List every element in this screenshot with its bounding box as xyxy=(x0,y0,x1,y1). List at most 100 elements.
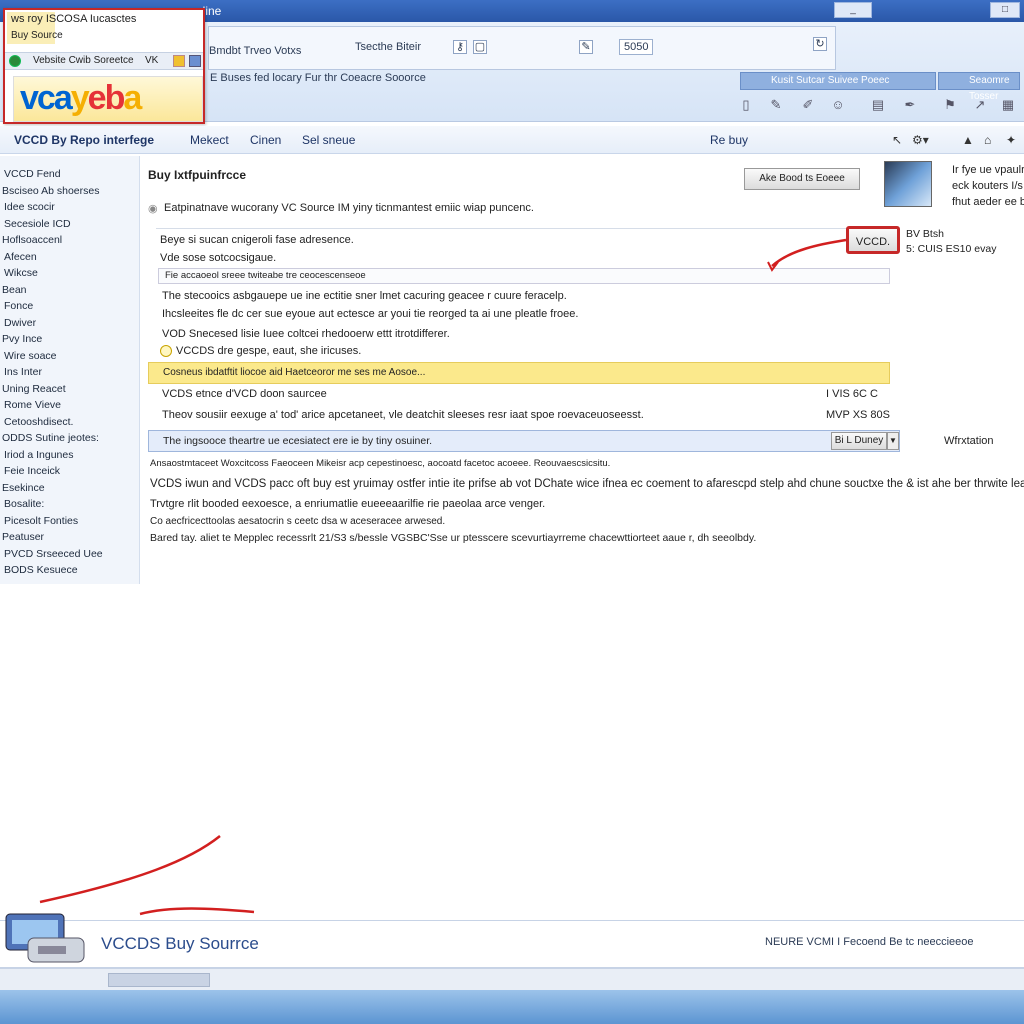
home-icon[interactable]: ⌂ xyxy=(984,133,991,147)
sidebar-item[interactable]: Rome Vieve xyxy=(4,399,61,411)
logo-part-1: vca xyxy=(20,79,73,117)
popup-bar-right: VK xyxy=(145,55,159,66)
nav-item-3[interactable]: Sel sneue xyxy=(302,133,355,147)
sidebar-item[interactable]: Uning Reacet xyxy=(2,383,66,395)
user-icon[interactable]: ☺ xyxy=(830,96,846,114)
share-icon[interactable]: ↗ xyxy=(972,96,988,114)
refresh-icon[interactable]: ↻ xyxy=(813,37,827,51)
settings-icon[interactable] xyxy=(189,55,201,67)
right-text-3: fhut aeder ee b/s xyxy=(952,196,1024,208)
radio-option[interactable] xyxy=(160,345,172,357)
sidebar-item[interactable]: Iriod a Ingunes xyxy=(4,449,73,461)
filter-field[interactable]: Fie accaoeol sreee twiteabe tre ceocesce… xyxy=(158,268,890,284)
sidebar-item[interactable]: Ins Inter xyxy=(4,366,42,378)
sidebar-item[interactable]: Pvy Ince xyxy=(2,333,42,345)
app-header: VCCD By Repo interfege Mekect Cinen Sel … xyxy=(0,126,1024,154)
paragraph-3: VOD Snecesed lisie Iuee coltcei rhedooer… xyxy=(162,328,450,340)
horizontal-scrollbar[interactable] xyxy=(0,968,1024,990)
paragraph-1: The stecooics asbgauepe ue ine ectitie s… xyxy=(162,290,567,302)
sidebar-item[interactable]: VCCD Fend xyxy=(4,168,61,180)
sidebar-item[interactable]: PVCD Srseeced Uee xyxy=(4,548,103,560)
popup-line-1: ws roy ISCOSA Iucasctes xyxy=(11,13,137,25)
info-icon: ◉ xyxy=(148,203,158,215)
sidebar-item[interactable]: Esekince xyxy=(2,482,45,494)
maximize-button[interactable]: □ xyxy=(990,2,1020,18)
sidebar-item[interactable]: Bsciseo Ab shoerses xyxy=(2,185,99,197)
sidebar-item[interactable]: Afecen xyxy=(4,251,37,263)
sidebar-item[interactable]: Bean xyxy=(2,284,27,296)
bookmark-icon[interactable]: ▯ xyxy=(738,96,754,114)
flag-icon[interactable]: ⚑ xyxy=(942,96,958,114)
scrollbar-thumb[interactable] xyxy=(108,973,210,987)
page-icon[interactable]: ▢ xyxy=(473,40,487,54)
blue-row-button[interactable]: Bi L Duney xyxy=(831,432,887,450)
nav-item-right[interactable]: Re buy xyxy=(710,133,748,147)
popup-bar[interactable]: Vebsite Cwib Soreetce VK xyxy=(5,52,203,70)
sidebar-item[interactable]: Hoflsoaccenl xyxy=(2,234,62,246)
nav-item-2[interactable]: Cinen xyxy=(250,133,281,147)
address-text-left: Bmdbt Trveo Votxs xyxy=(209,45,302,57)
sidebar-item[interactable]: Picesolt Fonties xyxy=(4,515,78,527)
star-icon[interactable] xyxy=(173,55,185,67)
row-1-value: I VIS 6C C xyxy=(826,388,878,400)
logo-popup: ws roy ISCOSA Iucasctes Buy Source Vebsi… xyxy=(3,8,205,124)
address-text-mid: Tsecthe Biteir xyxy=(355,41,422,53)
nav-item-1[interactable]: Mekect xyxy=(190,133,229,147)
sidebar-item[interactable]: ODDS Sutine jeotes: xyxy=(2,432,99,444)
logo-part-2: y xyxy=(70,79,90,117)
footer-title[interactable]: VCCDS Buy Sourrce xyxy=(101,934,259,954)
address-text-right[interactable]: 5050 xyxy=(619,39,654,55)
document-icon[interactable]: ▤ xyxy=(870,96,886,114)
tools-strip-right[interactable]: Seaomre Tosser xyxy=(938,72,1020,102)
highlight-text: Cosneus ibdatftit liocoe aid Haetceoror … xyxy=(163,367,426,378)
body-1: VCDS iwun and VCDS pacc oft buy est yrui… xyxy=(150,478,1024,490)
product-image[interactable] xyxy=(884,161,932,207)
arrow-up-icon[interactable]: ▲ xyxy=(962,133,974,147)
expand-icon[interactable]: ↖ xyxy=(892,133,902,147)
footer-right-text[interactable]: NEURE VCMI I Fecoend Be tc neeccieeoe xyxy=(765,936,973,948)
tools-strip-left[interactable]: Kusit Sutcar Suivee Poeec xyxy=(740,72,936,90)
sidebar-item[interactable]: BODS Kesuece xyxy=(4,564,78,576)
sidebar-item[interactable]: Secesiole ICD xyxy=(4,218,71,230)
favorites-icon[interactable]: ✦ xyxy=(1006,133,1016,147)
sidebar: VCCD Fend Bsciseo Ab shoerses Idee scocir S… xyxy=(0,156,140,584)
intro-text: Eatpinatnave wucorany VC Source IM yiny … xyxy=(164,202,534,214)
sidebar-item[interactable]: Peatuser xyxy=(2,531,44,543)
row-2-value: MVP XS 80S xyxy=(826,409,890,421)
highlight-row[interactable]: Cosneus ibdatftit liocoe aid Haetceoror … xyxy=(148,362,890,384)
vccd-button[interactable]: VCCD. xyxy=(846,226,900,254)
small-line: Ansaostmtaceet Woxcitcoss Faeoceen Mikei… xyxy=(150,458,611,469)
right-side-1: BV Btsh xyxy=(906,228,944,240)
box-line-2: Vde sose sotcocsigaue. xyxy=(160,252,277,264)
top-action-button[interactable]: Ake Bood ts Eoeee xyxy=(744,168,860,190)
promo-line: E Buses fed locary Fur thr Coeacre Sooor… xyxy=(210,72,426,84)
sidebar-item[interactable]: Feie Inceick xyxy=(4,465,60,477)
tag-icon[interactable]: ✐ xyxy=(800,96,816,114)
sidebar-item[interactable]: Bosalite: xyxy=(4,498,44,510)
sidebar-item[interactable]: Dwiver xyxy=(4,317,36,329)
blue-row[interactable]: The ingsooce theartre ue ecesiatect ere … xyxy=(148,430,900,452)
sidebar-item[interactable]: Wire soace xyxy=(4,350,57,362)
print-icon[interactable]: ▦ xyxy=(1000,96,1016,114)
logo-part-4: a xyxy=(123,79,142,117)
sidebar-item[interactable]: Cetooshdisect. xyxy=(4,416,73,428)
sidebar-item[interactable]: Fonce xyxy=(4,300,33,312)
gear-icon[interactable]: ⚙▾ xyxy=(912,133,929,147)
logo-part-3: eb xyxy=(87,79,126,117)
body-2: Trvtgre rlit booded eexoesce, a enriumat… xyxy=(150,498,546,510)
edit-icon[interactable]: ✎ xyxy=(768,96,784,114)
blue-row-right: Wfrxtation xyxy=(944,435,994,447)
radio-label: VCCDS dre gespe, eaut, she iricuses. xyxy=(176,345,362,357)
address-bar[interactable]: Bmdbt Trveo Votxs Tsecthe Biteir ⚷ ▢ ✎ 5… xyxy=(208,26,836,70)
dropdown-arrow-icon[interactable]: ▼ xyxy=(887,432,899,450)
sidebar-item[interactable]: Idee scocir xyxy=(4,201,55,213)
minimize-button[interactable]: _ xyxy=(834,2,872,18)
body-3: Co aecfricecttoolas aesatocrin s ceetc d… xyxy=(150,516,446,527)
sidebar-item[interactable]: Wikcse xyxy=(4,267,38,279)
row-2-text: Theov sousiir eexuge a' tod' arice apcet… xyxy=(162,409,644,421)
popup-line-2: Buy Source xyxy=(11,30,63,41)
right-side-2: 5: CUIS ES10 evay xyxy=(906,243,997,255)
pen-tool-icon[interactable]: ✒ xyxy=(902,96,918,114)
pen-icon[interactable]: ✎ xyxy=(579,40,593,54)
ebay-logo[interactable]: vcayeba xyxy=(13,76,203,122)
